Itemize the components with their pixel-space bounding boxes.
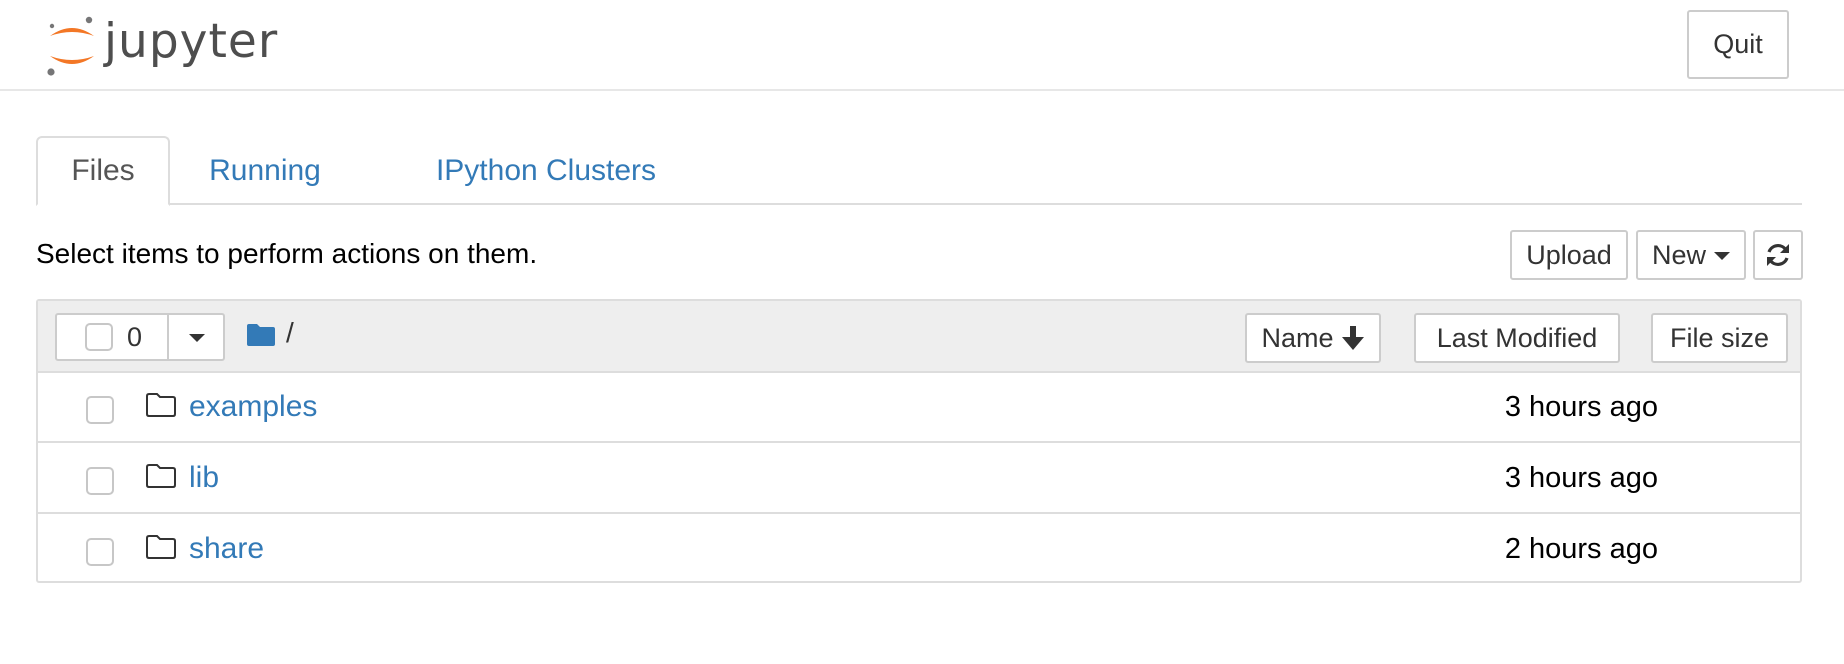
folder-icon (146, 393, 176, 417)
folder-icon (146, 464, 176, 488)
breadcrumb-path[interactable]: / (286, 315, 294, 351)
sort-name-label: Name (1261, 322, 1334, 353)
select-all-group: 0 (55, 313, 225, 361)
list-item[interactable]: examples 3 hours ago (38, 373, 1800, 443)
new-label: New (1651, 239, 1706, 270)
selection-hint: Select items to perform actions on them. (36, 238, 538, 269)
item-checkbox[interactable] (86, 396, 114, 424)
item-name-link[interactable]: examples (189, 389, 317, 425)
logo-text: jupyter (104, 13, 279, 69)
tab-bar: Files Running IPython Clusters (36, 136, 1802, 206)
folder-filled-icon (247, 324, 275, 346)
item-last-modified: 3 hours ago (1504, 462, 1658, 494)
file-list: 0 / Name Last Modified File size example… (36, 299, 1802, 583)
item-checkbox[interactable] (86, 467, 114, 495)
selected-count: 0 (127, 322, 143, 352)
new-dropdown-button[interactable]: New (1636, 230, 1746, 280)
item-last-modified: 2 hours ago (1504, 533, 1658, 565)
arrow-down-icon (1341, 326, 1364, 350)
item-checkbox[interactable] (86, 538, 114, 566)
item-name-link[interactable]: lib (189, 460, 219, 496)
folder-icon (146, 535, 176, 559)
refresh-icon (1767, 244, 1789, 266)
jupyter-logo-icon (47, 16, 94, 76)
select-all-checkbox[interactable] (85, 323, 113, 351)
file-list-header: 0 / Name Last Modified File size (38, 301, 1800, 373)
breadcrumb-folder-icon[interactable] (246, 323, 276, 352)
caret-down-icon (189, 334, 205, 342)
refresh-button[interactable] (1753, 230, 1803, 280)
sort-by-file-size-button[interactable]: File size (1651, 313, 1788, 363)
tab-running[interactable]: Running (190, 136, 340, 205)
select-all-toggle[interactable]: 0 (57, 315, 169, 359)
select-dropdown-button[interactable] (171, 315, 223, 359)
quit-button[interactable]: Quit (1687, 10, 1789, 79)
item-last-modified: 3 hours ago (1504, 391, 1658, 423)
list-item[interactable]: lib 3 hours ago (38, 444, 1800, 514)
sort-by-last-modified-button[interactable]: Last Modified (1414, 313, 1620, 363)
list-item[interactable]: share 2 hours ago (38, 515, 1800, 585)
tab-ipython-clusters[interactable]: IPython Clusters (386, 136, 706, 205)
caret-down-icon (1714, 252, 1730, 260)
top-header: jupyter Quit (0, 0, 1844, 91)
tab-files[interactable]: Files (36, 136, 170, 206)
sort-by-name-button[interactable]: Name (1245, 313, 1381, 363)
upload-button[interactable]: Upload (1510, 230, 1628, 280)
item-name-link[interactable]: share (189, 531, 264, 567)
jupyter-logo[interactable]: jupyter (46, 12, 278, 78)
